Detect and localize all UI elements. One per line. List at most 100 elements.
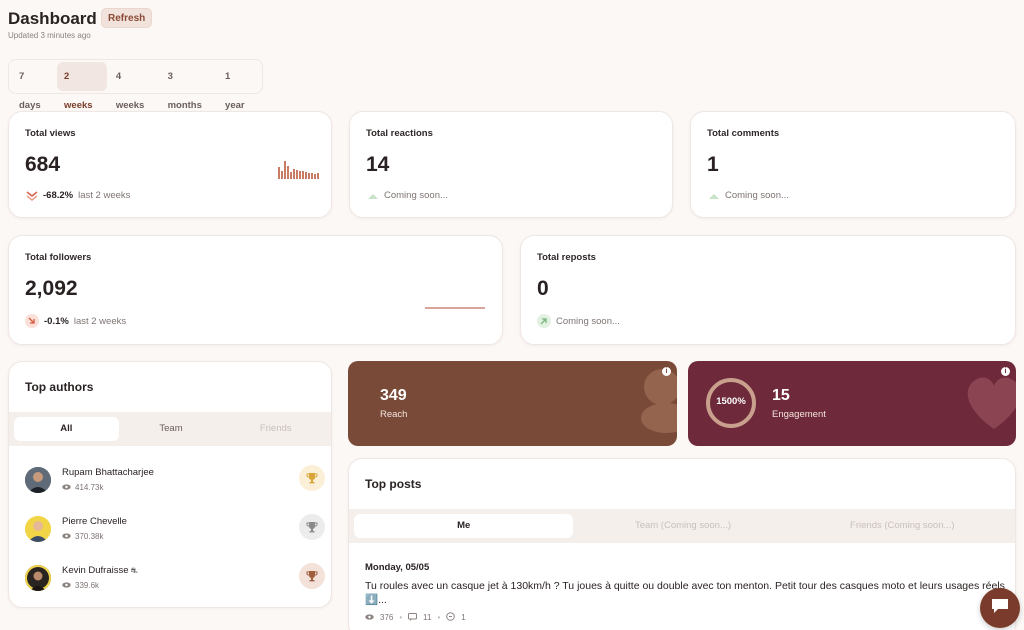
engagement-ring: 1500% <box>705 377 757 429</box>
page-title: Dashboard <box>8 9 97 28</box>
change-period: last 2 weeks <box>73 315 127 327</box>
ring-label: 1500% <box>716 396 746 407</box>
views-count: 339.6k <box>75 581 100 590</box>
decorative-blob <box>641 403 677 433</box>
post-comments: 11 <box>423 613 432 622</box>
post-reposts: 1 <box>461 613 466 622</box>
post-views: 376 <box>380 613 394 622</box>
period-1-year[interactable]: 1 year <box>218 62 259 111</box>
trend-up-icon <box>537 314 551 328</box>
tab-team[interactable]: Team <box>119 417 224 441</box>
tab-all[interactable]: All <box>14 417 119 441</box>
views-count: 414.73k <box>75 483 104 492</box>
total-reactions-card: Total reactions 14 Coming soon... <box>349 111 673 218</box>
tab-friends[interactable]: Friends <box>223 417 328 441</box>
motorcycle-icon: ⛐ <box>128 566 138 575</box>
stat-label: Total reactions <box>366 128 433 139</box>
change-value: -68.2% <box>43 190 74 201</box>
post-meta: 376 • 11 • 1 <box>365 612 466 623</box>
trend-down-icon <box>25 189 38 202</box>
author-name: Kevin Dufraisse ⛐ <box>62 565 138 576</box>
period-3-months[interactable]: 3 months <box>161 62 216 111</box>
avatar <box>25 467 51 493</box>
chat-button[interactable] <box>980 588 1020 628</box>
stat-label: Total followers <box>25 252 92 263</box>
avatar <box>25 565 51 591</box>
separator-dot: • <box>399 613 403 622</box>
stat-value: 1 <box>707 153 719 176</box>
reach-value: 349 <box>380 387 407 404</box>
author-views: 339.6k <box>62 581 99 590</box>
post-text[interactable]: Tu roules avec un casque jet à 130km/h ?… <box>365 579 1005 607</box>
coming-soon-note: Coming soon... <box>725 190 789 201</box>
repost-icon <box>446 612 456 623</box>
decorative-circle <box>644 369 677 405</box>
eye-icon <box>62 483 71 492</box>
engagement-card: i 1500% 15 Engagement <box>688 361 1016 446</box>
info-icon[interactable]: i <box>662 367 671 376</box>
author-name: Pierre Chevelle <box>62 516 127 527</box>
author-item[interactable]: Kevin Dufraisse ⛐ 339.6k <box>25 563 325 595</box>
tab-team[interactable]: Team (Coming soon...) <box>573 514 792 538</box>
stat-value: 2,092 <box>25 277 78 300</box>
stat-label: Total comments <box>707 128 780 139</box>
separator-dot: • <box>437 613 441 622</box>
trend-placeholder-icon <box>707 189 720 202</box>
info-icon[interactable]: i <box>1001 367 1010 376</box>
change-value: -0.1% <box>44 315 69 327</box>
heart-icon <box>965 369 1016 431</box>
views-sparkline <box>278 159 319 179</box>
engagement-value: 15 <box>772 387 790 404</box>
author-name-text: Kevin Dufraisse <box>62 565 129 576</box>
change-period: last 2 weeks <box>78 190 131 201</box>
updated-timestamp: Updated 3 minutes ago <box>8 31 91 40</box>
period-selector: 7 days 2 weeks 4 weeks 3 months 1 year <box>8 59 263 111</box>
eye-icon <box>62 581 71 590</box>
stat-value: 684 <box>25 153 61 176</box>
post-date: Monday, 05/05 <box>365 562 430 573</box>
views-count: 370.38k <box>75 532 104 541</box>
trend-row: -0.1% last 2 weeks <box>25 314 126 328</box>
engagement-label: Engagement <box>772 409 826 420</box>
trophy-gold-icon <box>299 465 325 491</box>
total-comments-card: Total comments 1 Coming soon... <box>690 111 1016 218</box>
section-title: Top authors <box>25 380 94 394</box>
trophy-bronze-icon <box>299 563 325 589</box>
coming-soon-note: Coming soon... <box>384 190 448 201</box>
author-name: Rupam Bhattacharjee <box>62 467 154 478</box>
author-item[interactable]: Rupam Bhattacharjee 414.73k <box>25 465 325 497</box>
trend-row: -68.2% last 2 weeks <box>25 189 130 202</box>
total-followers-card: Total followers 2,092 -0.1% last 2 weeks <box>8 235 503 345</box>
trend-placeholder-icon <box>366 189 379 202</box>
period-2-weeks[interactable]: 2 weeks <box>57 62 107 111</box>
top-posts-card: Top posts Me Team (Coming soon...) Frien… <box>348 458 1016 630</box>
chat-icon <box>990 597 1010 620</box>
period-7-days[interactable]: 7 days <box>12 62 55 111</box>
refresh-button[interactable]: Refresh <box>101 8 153 28</box>
followers-sparkline <box>425 307 485 309</box>
avatar <box>25 516 51 542</box>
section-title: Top posts <box>365 477 422 491</box>
coming-soon-note: Coming soon... <box>556 315 620 327</box>
trend-row: Coming soon... <box>366 189 448 202</box>
reach-card: i 349 Reach <box>348 361 677 446</box>
tab-me[interactable]: Me <box>354 514 574 538</box>
total-views-card: Total views 684 -68.2% last 2 weeks <box>8 111 332 218</box>
eye-icon <box>62 532 71 541</box>
author-views: 414.73k <box>62 483 103 492</box>
posts-tabs: Me Team (Coming soon...) Friends (Coming… <box>349 509 1015 543</box>
author-views: 370.38k <box>62 532 103 541</box>
period-4-weeks[interactable]: 4 weeks <box>109 62 159 111</box>
top-authors-card: Top authors All Team Friends Rupam Bhatt… <box>8 361 332 608</box>
author-item[interactable]: Pierre Chevelle 370.38k <box>25 514 325 546</box>
total-reposts-card: Total reposts 0 Coming soon... <box>520 235 1016 345</box>
eye-icon <box>365 613 374 622</box>
stat-value: 14 <box>366 153 390 176</box>
tab-friends[interactable]: Friends (Coming soon...) <box>793 514 1012 538</box>
reach-label: Reach <box>380 409 408 420</box>
comment-icon <box>408 612 418 623</box>
trophy-silver-icon <box>299 514 325 540</box>
trend-row: Coming soon... <box>707 189 789 202</box>
trend-down-icon <box>25 314 39 328</box>
authors-tabs: All Team Friends <box>9 412 331 446</box>
